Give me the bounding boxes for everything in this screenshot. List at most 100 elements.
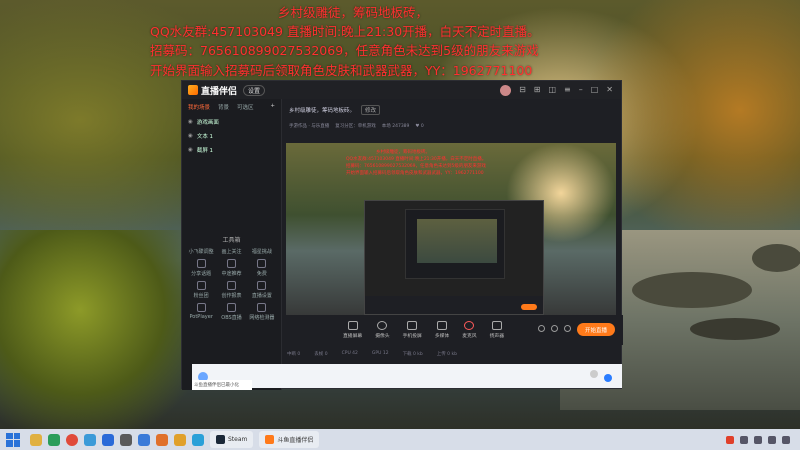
subbar-item: ♥ 0 [415, 123, 424, 129]
control-label: 麦克风 [462, 334, 477, 339]
add-layer-icon[interactable]: + [270, 103, 275, 111]
app-icon[interactable] [120, 433, 132, 446]
stream-preview[interactable]: 乡村级雕徒，筹码地板砖。 QQ水友群:457103049 直播时间:晚上21:3… [286, 143, 616, 323]
app-icon[interactable] [174, 433, 186, 446]
layer-item[interactable]: ◉ 游戏画面 [182, 115, 281, 129]
maximize-button[interactable]: □ [591, 85, 599, 96]
subbar-item[interactable]: 复习分区：单机游戏 [335, 123, 376, 129]
tray-icon[interactable] [726, 435, 734, 444]
eye-icon[interactable]: ◉ [188, 119, 193, 125]
wallpaper-rock [632, 272, 752, 308]
wechat-icon[interactable] [48, 433, 60, 446]
chrome-icon[interactable] [66, 433, 78, 446]
control-label: 直播屏幕 [343, 334, 363, 339]
microphone-button[interactable]: 麦克风 [462, 321, 477, 339]
edit-title-button[interactable]: 修改 [361, 105, 381, 115]
user-avatar[interactable] [500, 84, 512, 96]
tab-my-scenes[interactable]: 我的场景 [188, 103, 210, 111]
minimize-button[interactable]: – [579, 85, 583, 96]
taskbar-task-steam[interactable]: Steam [210, 431, 254, 448]
status-item: GPU 12 [371, 351, 389, 356]
screen-capture-button[interactable]: 直播屏幕 [343, 321, 362, 339]
pip-icon[interactable]: ◫ [548, 85, 556, 96]
layout-icon[interactable]: ⊟ [519, 85, 526, 96]
steam-icon [216, 435, 225, 444]
app-logo: 直播伴侣 [188, 84, 237, 97]
network-icon [257, 303, 267, 312]
tool-label: 直播设置 [251, 293, 272, 299]
speaker-button[interactable]: 扬声器 [490, 321, 504, 339]
tool-item[interactable]: 小飞碟调整 [186, 248, 216, 255]
tool-item[interactable]: 直播设置 [247, 281, 277, 299]
app-icon[interactable] [156, 433, 168, 446]
pinned-apps [30, 433, 204, 446]
tool-label: OBS直播 [221, 315, 242, 321]
microphone-icon [464, 321, 475, 330]
tool-item[interactable]: 画上关注 [216, 248, 246, 255]
explorer-icon[interactable] [30, 433, 42, 446]
battery-icon[interactable] [768, 435, 776, 444]
status-item: 上传 0 kb [436, 351, 457, 357]
grid-icon[interactable]: ⊞ [534, 85, 541, 96]
layer-item[interactable]: ◉ 文本 1 [182, 129, 281, 143]
start-live-button[interactable]: 开始直播 [577, 323, 615, 336]
settings-icon[interactable] [564, 325, 571, 332]
network-icon[interactable] [740, 435, 748, 444]
speaker-icon [491, 321, 502, 330]
tab-background[interactable]: 背景 [218, 103, 229, 111]
obs-icon [226, 303, 236, 312]
scene-title: 乡村级雕徒，筹码地板砖。 [289, 108, 356, 114]
settings-pill[interactable]: 设置 [243, 84, 266, 96]
control-label: 手机投屏 [402, 334, 422, 339]
secondary-window[interactable] [192, 364, 622, 388]
tool-item[interactable]: 中途推荐 [216, 259, 246, 277]
notify-icon[interactable] [604, 374, 612, 382]
camera-button[interactable]: 摄像头 [375, 321, 390, 339]
nested-control-bar [365, 296, 543, 314]
tool-item[interactable]: 创作报表 [216, 281, 246, 299]
preview-overlay-line: 开始界面输入招募码后领取角色皮肤和武器武器，YY：1962771100 [346, 171, 484, 176]
tab-selectable[interactable]: 可选区 [237, 103, 254, 111]
clock-icon[interactable] [782, 435, 790, 444]
tool-item[interactable]: 福星挑战 [247, 248, 277, 255]
window-dot-icon[interactable] [590, 370, 598, 378]
app-logo-icon [188, 85, 198, 95]
app-icon[interactable] [102, 433, 114, 446]
tool-item[interactable]: OBS直播 [216, 303, 246, 321]
eye-icon[interactable]: ◉ [188, 147, 193, 153]
media-button[interactable]: 多媒体 [435, 321, 449, 339]
volume-icon[interactable] [754, 435, 762, 444]
close-button[interactable]: ✕ [606, 85, 613, 96]
menu-icon[interactable]: ≡ [564, 85, 571, 96]
stats-icon[interactable] [551, 325, 558, 332]
edge-icon[interactable] [84, 433, 96, 446]
tool-label: 免费 [256, 271, 267, 277]
taskbar-task-streaming-app[interactable]: 斗鱼直播伴侣 [259, 431, 320, 448]
tool-item[interactable]: PotPlayer [186, 303, 216, 321]
tool-item[interactable]: 网络检测器 [247, 303, 277, 321]
left-panel: 我的场景 背景 可选区 + ◉ 游戏画面 ◉ 文本 1 ◉ 截屏 1 工具箱 小… [182, 99, 282, 390]
eye-icon[interactable]: ◉ [188, 133, 193, 139]
tool-item[interactable]: 分享话题 [186, 259, 216, 277]
start-button[interactable] [6, 432, 20, 447]
app-icon[interactable] [192, 433, 204, 446]
tool-item[interactable]: 免费 [247, 259, 277, 277]
layer-label: 游戏画面 [196, 120, 219, 126]
app-icon[interactable] [138, 433, 150, 446]
play-icon [437, 321, 448, 330]
record-icon[interactable] [538, 325, 545, 332]
tool-icon [257, 259, 267, 268]
monitor-icon [347, 321, 358, 330]
control-label: 多媒体 [434, 334, 450, 339]
wallpaper-rock [752, 244, 800, 272]
tool-label: 中途推荐 [221, 271, 242, 277]
phone-cast-button[interactable]: 手机投屏 [403, 321, 422, 339]
subbar-item[interactable]: 手游作品 · 与乐直播 [289, 123, 329, 129]
overlay-line-4: 开始界面输入招募码后领取角色皮肤和武器武器，YY：1962771100 [150, 63, 533, 78]
layer-label: 文本 1 [196, 134, 214, 140]
tool-item[interactable]: 粉丝团 [186, 281, 216, 299]
layer-item[interactable]: ◉ 截屏 1 [182, 143, 281, 157]
nested-preview-window [364, 200, 544, 315]
left-tabs: 我的场景 背景 可选区 + [182, 99, 281, 115]
taskbar: Steam 斗鱼直播伴侣 [0, 429, 800, 450]
